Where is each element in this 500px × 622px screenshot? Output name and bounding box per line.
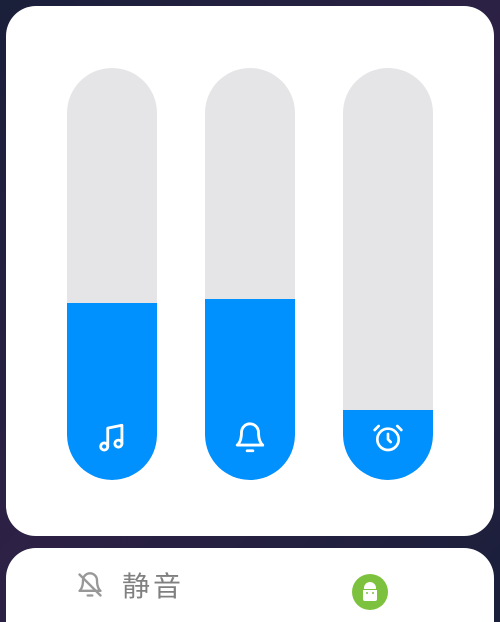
media-volume-slider[interactable] (67, 68, 157, 480)
bell-icon (232, 420, 268, 456)
watermark-logo-icon (352, 574, 388, 610)
mute-label: 静音 (122, 565, 184, 605)
volume-panel (6, 6, 494, 536)
watermark-title: 冬瓜安卓网 (394, 579, 488, 595)
ringer-volume-slider[interactable] (205, 68, 295, 480)
music-icon (94, 420, 130, 456)
alarm-volume-slider[interactable] (343, 68, 433, 480)
bell-off-icon (76, 571, 104, 599)
watermark: 冬瓜安卓网 www.dgxcdz168.com (352, 574, 488, 610)
watermark-url: www.dgxcdz168.com (394, 595, 488, 606)
alarm-icon (370, 420, 406, 456)
